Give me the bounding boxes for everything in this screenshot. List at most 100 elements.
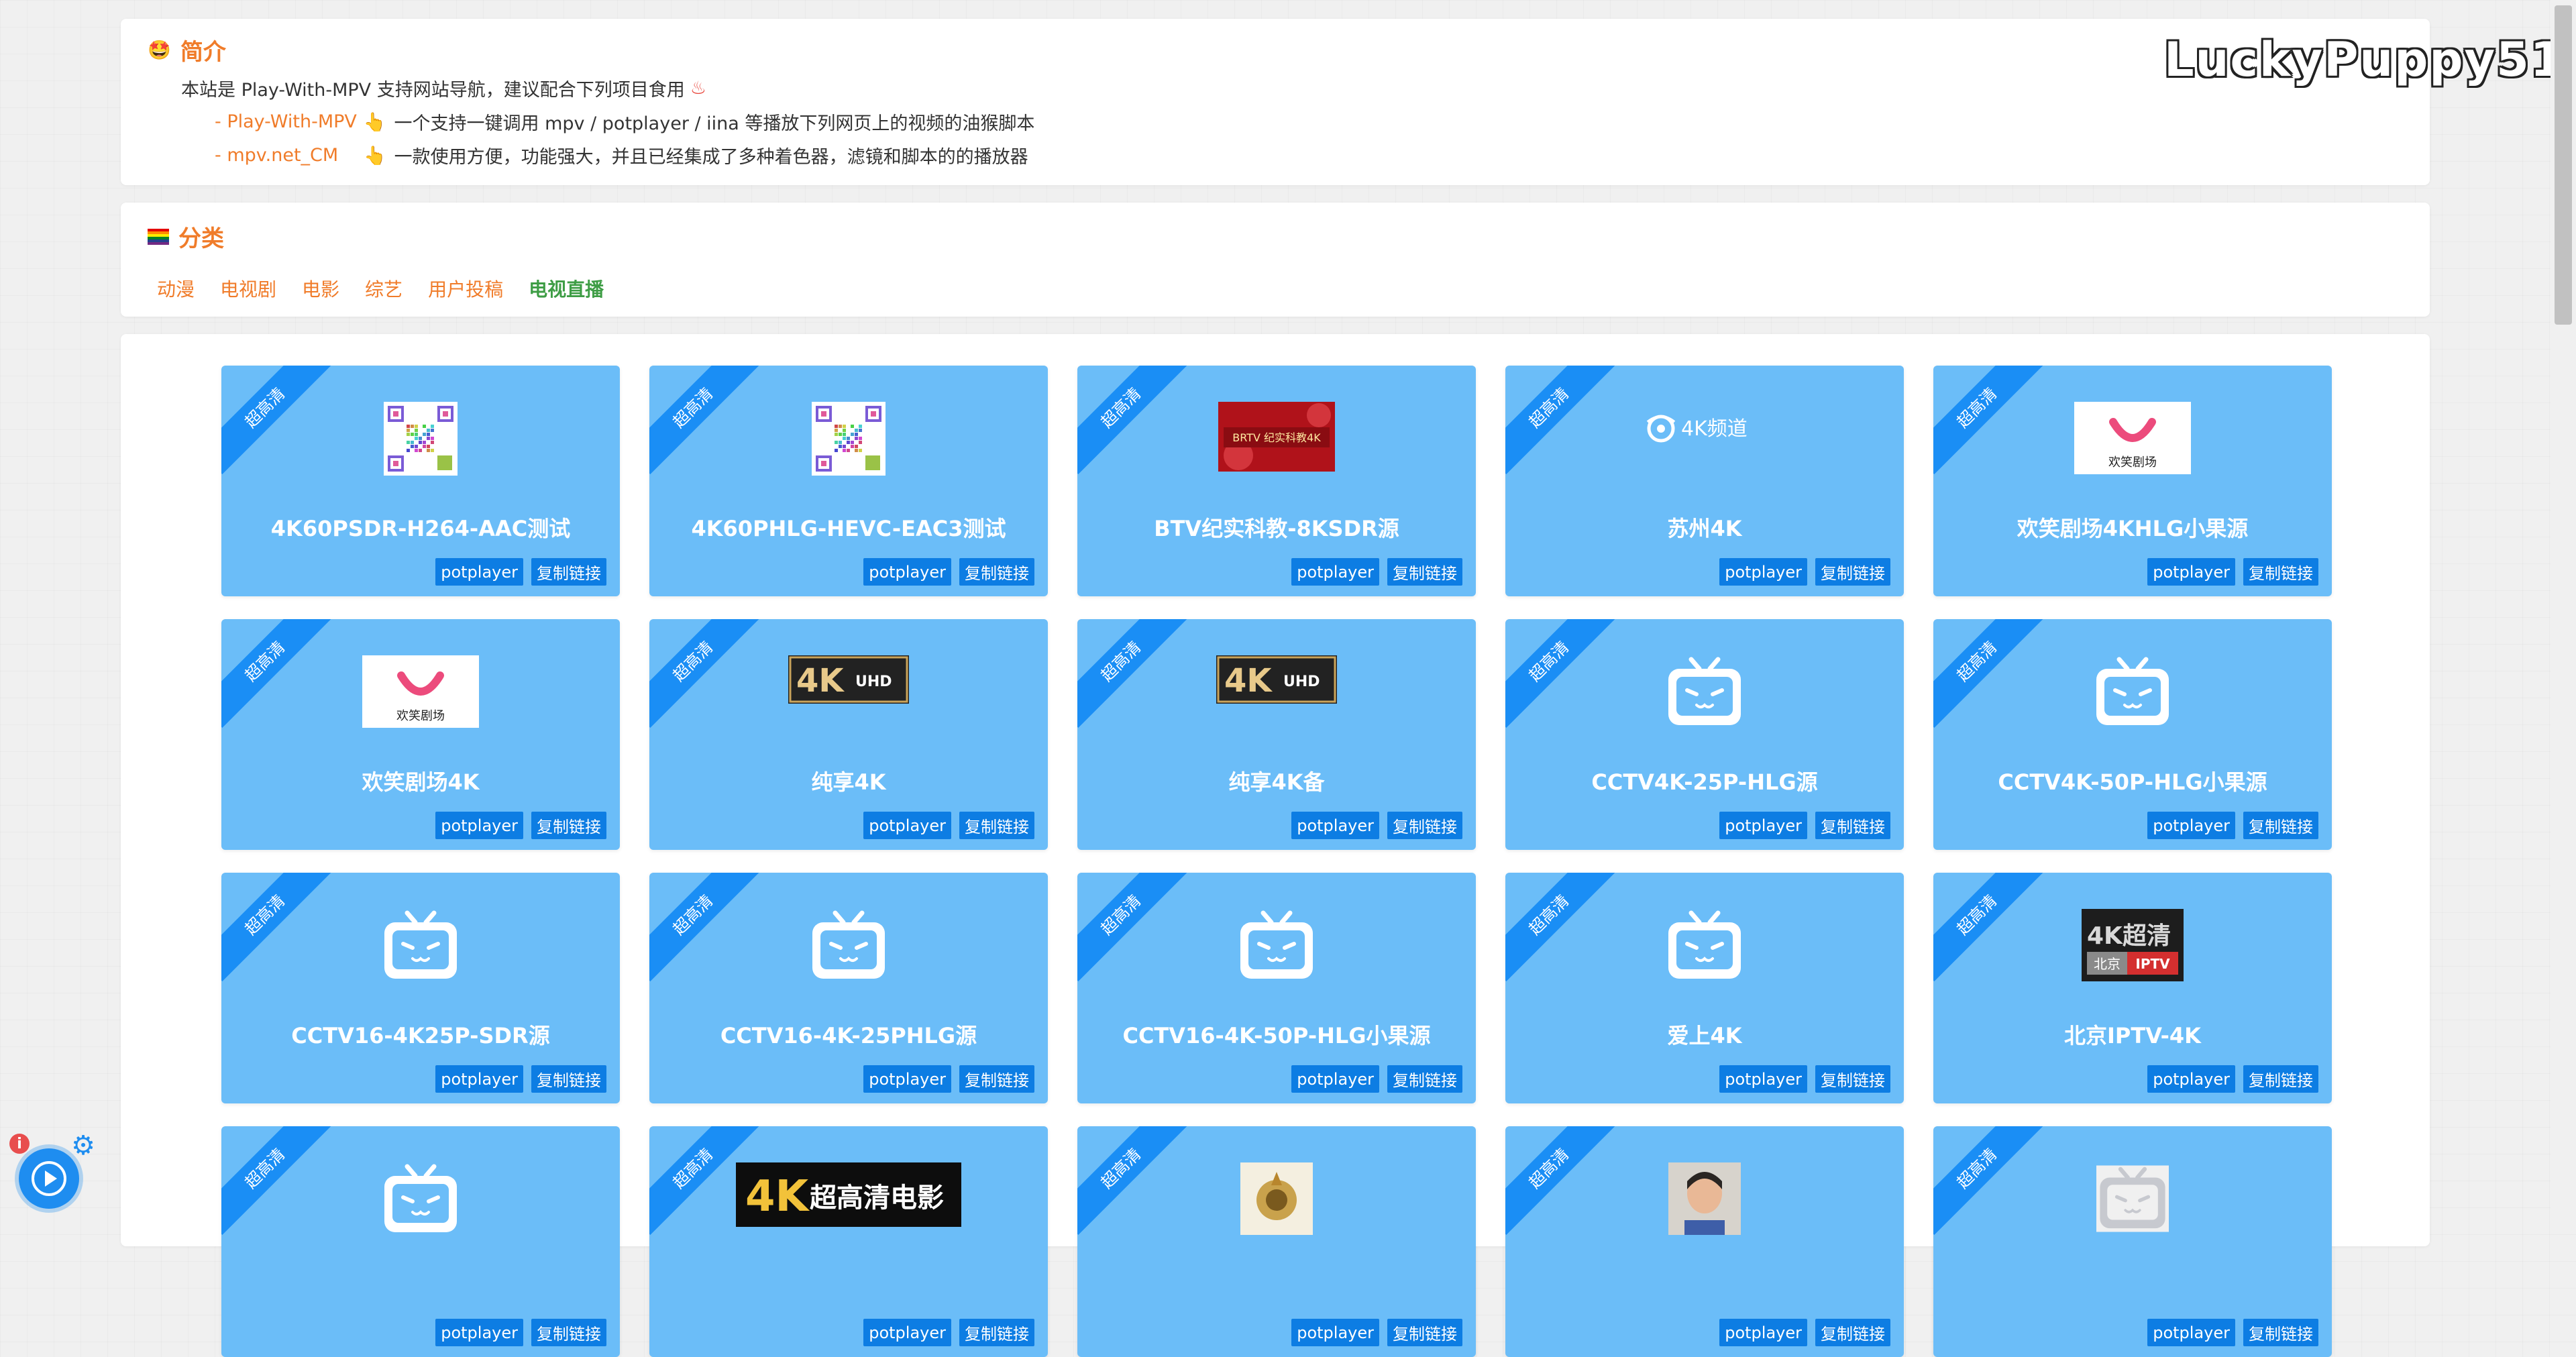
floating-play-button[interactable] [19, 1148, 79, 1209]
channel-card[interactable]: 超高清 CCTV16-4K-25PHLG源 potplayer 复制链接 [649, 873, 1048, 1103]
potplayer-button[interactable]: potplayer [2147, 558, 2235, 586]
potplayer-button[interactable]: potplayer [435, 1065, 523, 1093]
channel-logo: BRTV 纪实科教4K [1218, 402, 1335, 472]
channel-card[interactable]: 超高清 4K超清 北京 IPTV 北京IPTV-4K potplayer 复制链… [1933, 873, 2332, 1103]
copy-link-button[interactable]: 复制链接 [1815, 558, 1890, 586]
channel-title[interactable]: 纯享4K备 [1077, 765, 1476, 796]
channel-title[interactable]: CCTV4K-50P-HLG小果源 [1933, 765, 2332, 796]
potplayer-button[interactable]: potplayer [863, 1319, 951, 1346]
copy-link-button[interactable]: 复制链接 [2243, 1065, 2318, 1093]
potplayer-button[interactable]: potplayer [1719, 1065, 1807, 1093]
potplayer-button[interactable]: potplayer [2147, 812, 2235, 839]
potplayer-button[interactable]: potplayer [863, 1065, 951, 1093]
copy-link-button[interactable]: 复制链接 [959, 812, 1034, 839]
play-with-mpv-link[interactable]: - Play-With-MPV [215, 111, 357, 132]
tab-tv-series[interactable]: 电视剧 [220, 275, 276, 302]
card-actions: potplayer 复制链接 [2147, 1319, 2318, 1346]
potplayer-button[interactable]: potplayer [1291, 1319, 1379, 1346]
channel-title[interactable]: 苏州4K [1505, 512, 1904, 543]
uhd-ribbon: 超高清 [1077, 873, 1187, 981]
channel-card[interactable]: 超高清 CCTV16-4K25P-SDR源 potplayer 复制链接 [221, 873, 620, 1103]
tab-live-tv[interactable]: 电视直播 [529, 275, 604, 302]
tab-user-uploads[interactable]: 用户投稿 [428, 275, 503, 302]
copy-link-button[interactable]: 复制链接 [959, 1319, 1034, 1346]
tab-movies[interactable]: 电影 [302, 275, 339, 302]
channel-card[interactable]: 超高清 BRTV 纪实科教4K BTV纪实科教-8KSDR源 potplayer… [1077, 366, 1476, 596]
copy-link-button[interactable]: 复制链接 [1387, 812, 1462, 839]
channel-title[interactable]: CCTV16-4K-25PHLG源 [649, 1019, 1048, 1050]
copy-link-button[interactable]: 复制链接 [1387, 1065, 1462, 1093]
copy-link-button[interactable]: 复制链接 [1815, 812, 1890, 839]
channel-card[interactable]: 超高清 CCTV4K-50P-HLG小果源 potplayer 复制链接 [1933, 619, 2332, 850]
channel-card[interactable]: 超高清 potplayer 复制链接 [221, 1126, 620, 1357]
copy-link-button[interactable]: 复制链接 [2243, 558, 2318, 586]
potplayer-button[interactable]: potplayer [1719, 812, 1807, 839]
potplayer-button[interactable]: potplayer [863, 812, 951, 839]
potplayer-button[interactable]: potplayer [863, 558, 951, 586]
copy-link-button[interactable]: 复制链接 [531, 1319, 606, 1346]
copy-link-button[interactable]: 复制链接 [531, 1065, 606, 1093]
copy-link-button[interactable]: 复制链接 [1815, 1319, 1890, 1346]
channel-title[interactable]: 欢笑剧场4K [221, 765, 620, 796]
info-icon[interactable]: i [9, 1134, 30, 1154]
copy-link-button[interactable]: 复制链接 [959, 1065, 1034, 1093]
channel-title[interactable]: 北京IPTV-4K [1933, 1019, 2332, 1050]
copy-link-button[interactable]: 复制链接 [1387, 558, 1462, 586]
channel-card[interactable]: 超高清 欢笑剧场 欢笑剧场4KHLG小果源 potplayer 复制链接 [1933, 366, 2332, 596]
potplayer-button[interactable]: potplayer [435, 812, 523, 839]
uhd-ribbon: 超高清 [649, 366, 759, 474]
channel-card[interactable]: 超高清 4K60PHLG-HEVC-EAC3测试 potplayer 复制链接 [649, 366, 1048, 596]
channel-card[interactable]: 超高清 potplayer 复制链接 [1933, 1126, 2332, 1357]
channel-title[interactable]: BTV纪实科教-8KSDR源 [1077, 512, 1476, 543]
gear-icon[interactable]: ⚙ [70, 1132, 97, 1159]
potplayer-button[interactable]: potplayer [2147, 1319, 2235, 1346]
vertical-scrollbar[interactable] [2551, 0, 2576, 1222]
channel-card[interactable]: 超高清 CCTV4K-25P-HLG源 potplayer 复制链接 [1505, 619, 1904, 850]
uhd-ribbon: 超高清 [1077, 619, 1187, 728]
channel-card[interactable]: 超高清 4K UHD 纯享4K备 potplayer 复制链接 [1077, 619, 1476, 850]
channel-card[interactable]: 超高清 4K 超高清电影 potplayer 复制链接 [649, 1126, 1048, 1357]
channel-card[interactable]: 超高清 potplayer 复制链接 [1505, 1126, 1904, 1357]
channel-card[interactable]: 超高清 potplayer 复制链接 [1077, 1126, 1476, 1357]
potplayer-button[interactable]: potplayer [1719, 558, 1807, 586]
copy-link-button[interactable]: 复制链接 [2243, 1319, 2318, 1346]
tab-variety[interactable]: 综艺 [365, 275, 402, 302]
channel-card[interactable]: 超高清 爱上4K potplayer 复制链接 [1505, 873, 1904, 1103]
channel-card[interactable]: 超高清 4K频道 苏州4K potplayer 复制链接 [1505, 366, 1904, 596]
copy-link-button[interactable]: 复制链接 [531, 812, 606, 839]
potplayer-button[interactable]: potplayer [1719, 1319, 1807, 1346]
channel-title[interactable]: CCTV16-4K25P-SDR源 [221, 1019, 620, 1050]
copy-link-button[interactable]: 复制链接 [959, 558, 1034, 586]
copy-link-button[interactable]: 复制链接 [531, 558, 606, 586]
channel-title[interactable]: 4K60PSDR-H264-AAC测试 [221, 512, 620, 543]
potplayer-button[interactable]: potplayer [1291, 1065, 1379, 1093]
copy-link-button[interactable]: 复制链接 [1815, 1065, 1890, 1093]
channel-logo: 4K UHD [788, 655, 909, 704]
channel-card[interactable]: 超高清 CCTV16-4K-50P-HLG小果源 potplayer 复制链接 [1077, 873, 1476, 1103]
potplayer-button[interactable]: potplayer [435, 558, 523, 586]
channel-card[interactable]: 超高清 4K UHD 纯享4K potplayer 复制链接 [649, 619, 1048, 850]
star-face-icon: 🤩 [148, 39, 171, 61]
uhd-ribbon: 超高清 [649, 873, 759, 981]
channel-title[interactable]: 4K60PHLG-HEVC-EAC3测试 [649, 512, 1048, 543]
potplayer-button[interactable]: potplayer [1291, 558, 1379, 586]
channel-logo [384, 402, 458, 476]
copy-link-button[interactable]: 复制链接 [1387, 1319, 1462, 1346]
channel-title[interactable]: CCTV16-4K-50P-HLG小果源 [1077, 1019, 1476, 1050]
channel-title[interactable]: CCTV4K-25P-HLG源 [1505, 765, 1904, 796]
channel-card[interactable]: 超高清 4K60PSDR-H264-AAC测试 potplayer 复制链接 [221, 366, 620, 596]
scrollbar-thumb[interactable] [2555, 5, 2572, 325]
intro-heading: 🤩 简介 [148, 34, 226, 66]
channel-title[interactable]: 爱上4K [1505, 1019, 1904, 1050]
copy-link-button[interactable]: 复制链接 [2243, 812, 2318, 839]
4k-movie-logo-icon: 4K 超高清电影 [736, 1162, 961, 1227]
channel-card[interactable]: 超高清 欢笑剧场 欢笑剧场4K potplayer 复制链接 [221, 619, 620, 850]
tab-anime[interactable]: 动漫 [157, 275, 195, 302]
potplayer-button[interactable]: potplayer [1291, 812, 1379, 839]
rainbow-flag-icon [148, 228, 169, 245]
channel-title[interactable]: 欢笑剧场4KHLG小果源 [1933, 512, 2332, 543]
potplayer-button[interactable]: potplayer [2147, 1065, 2235, 1093]
channel-title[interactable]: 纯享4K [649, 765, 1048, 796]
potplayer-button[interactable]: potplayer [435, 1319, 523, 1346]
mpv-net-link[interactable]: - mpv.net_CM [215, 145, 357, 166]
